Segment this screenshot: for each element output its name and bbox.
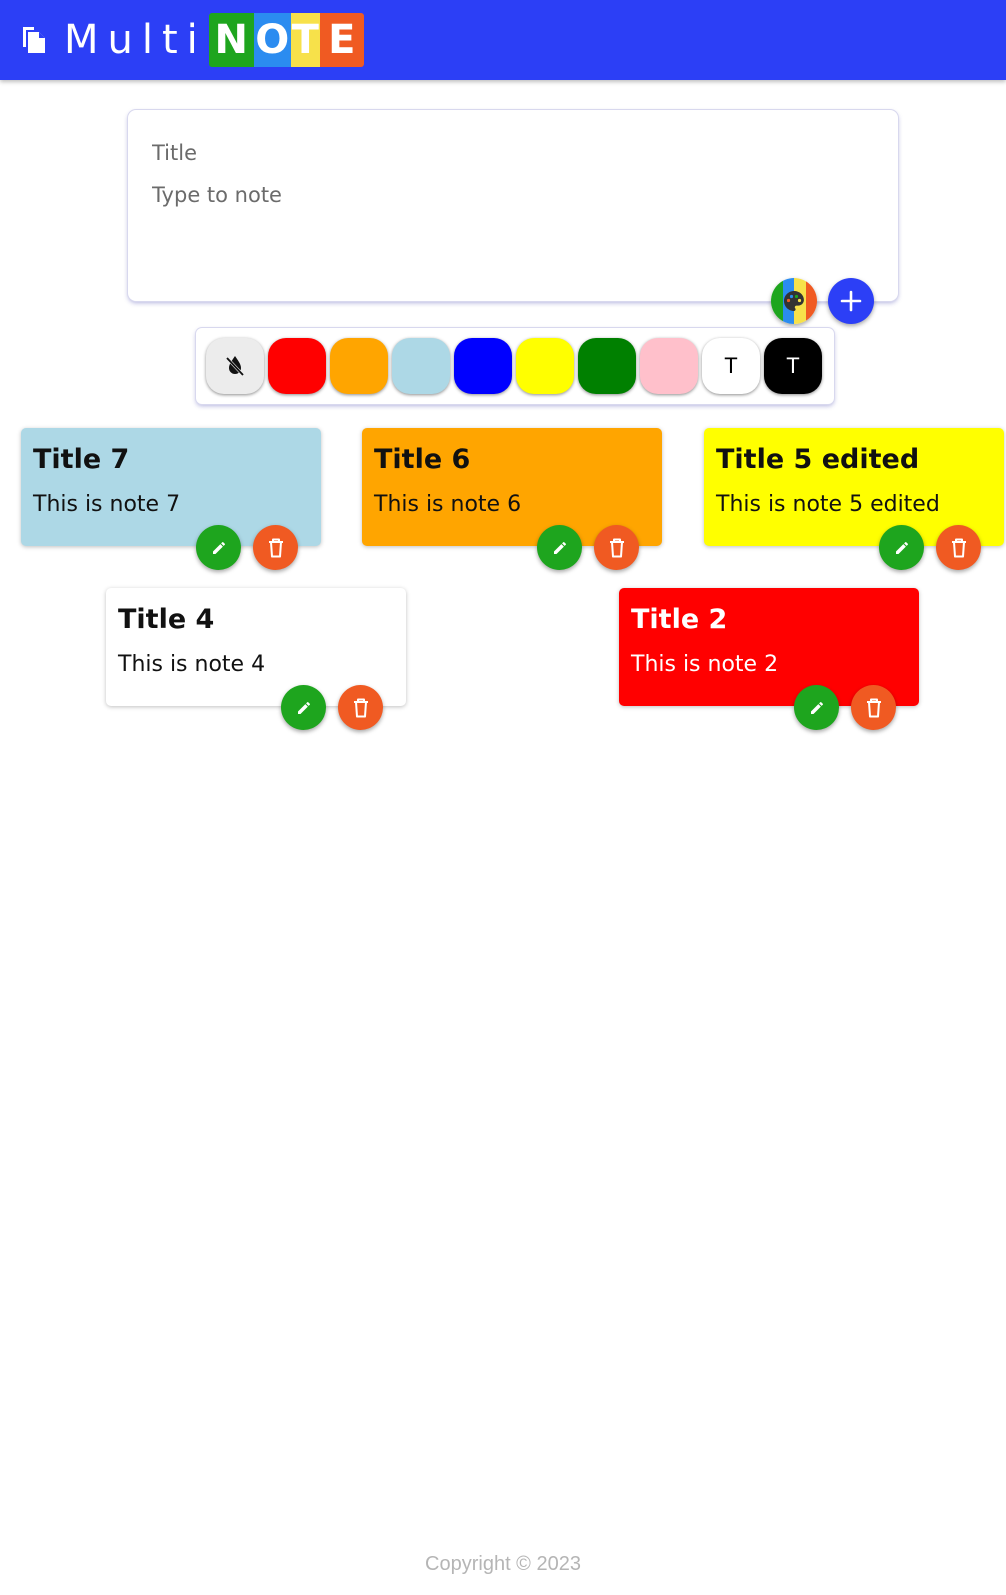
app-header: Multi N O T E — [0, 0, 1006, 80]
trash-icon — [951, 538, 966, 557]
note-body-input[interactable] — [152, 180, 872, 280]
note-composer — [128, 110, 898, 301]
note-body: This is note 2 — [631, 652, 779, 677]
delete-note-button[interactable] — [338, 685, 383, 730]
brand-letter-t: T — [290, 13, 320, 67]
delete-note-button[interactable] — [936, 525, 981, 570]
swatch-text-light[interactable]: T — [764, 338, 822, 394]
edit-note-button[interactable] — [196, 525, 241, 570]
swatch-yellow[interactable] — [516, 338, 574, 394]
title-input[interactable] — [152, 136, 852, 170]
trash-icon — [353, 698, 368, 717]
swatch-lightblue[interactable] — [392, 338, 450, 394]
brand-prefix: Multi — [64, 17, 207, 63]
edit-note-button[interactable] — [879, 525, 924, 570]
pencil-icon — [212, 541, 225, 554]
edit-note-button[interactable] — [281, 685, 326, 730]
add-note-button[interactable] — [828, 278, 874, 324]
delete-note-button[interactable] — [253, 525, 298, 570]
swatch-no-color[interactable] — [206, 338, 264, 394]
pencil-icon — [297, 701, 310, 714]
trash-icon — [866, 698, 881, 717]
brand-letter-o: O — [253, 13, 291, 67]
trash-icon — [609, 538, 624, 557]
pencil-icon — [895, 541, 908, 554]
edit-note-button[interactable] — [794, 685, 839, 730]
copyright-footer: Copyright © 2023 — [425, 1553, 581, 1575]
note-body: This is note 5 edited — [716, 492, 940, 517]
swatch-blue[interactable] — [454, 338, 512, 394]
plus-icon — [840, 290, 862, 312]
note-title: Title 5 edited — [716, 444, 920, 475]
palette-icon — [784, 291, 804, 311]
swatch-orange[interactable] — [330, 338, 388, 394]
delete-note-button[interactable] — [851, 685, 896, 730]
note-body: This is note 7 — [33, 492, 181, 517]
pencil-icon — [553, 541, 566, 554]
color-palette-button[interactable] — [771, 278, 817, 324]
edit-note-button[interactable] — [537, 525, 582, 570]
brand-letter-e: E — [319, 13, 364, 67]
swatch-green[interactable] — [578, 338, 636, 394]
pencil-icon — [810, 701, 823, 714]
no-color-drop-icon — [225, 356, 245, 377]
swatch-text-dark[interactable]: T — [702, 338, 760, 394]
color-picker: T T — [196, 328, 834, 404]
swatch-red[interactable] — [268, 338, 326, 394]
note-title: Title 7 — [33, 444, 130, 475]
copy-notes-icon — [20, 23, 48, 57]
brand-note: N O T E — [208, 13, 364, 67]
trash-icon — [268, 538, 283, 557]
swatch-pink[interactable] — [640, 338, 698, 394]
note-body: This is note 6 — [374, 492, 522, 517]
note-body: This is note 4 — [118, 652, 266, 677]
note-title: Title 4 — [118, 604, 215, 635]
note-title: Title 6 — [374, 444, 471, 475]
delete-note-button[interactable] — [594, 525, 639, 570]
brand-letter-n: N — [208, 13, 254, 67]
note-title: Title 2 — [631, 604, 728, 635]
